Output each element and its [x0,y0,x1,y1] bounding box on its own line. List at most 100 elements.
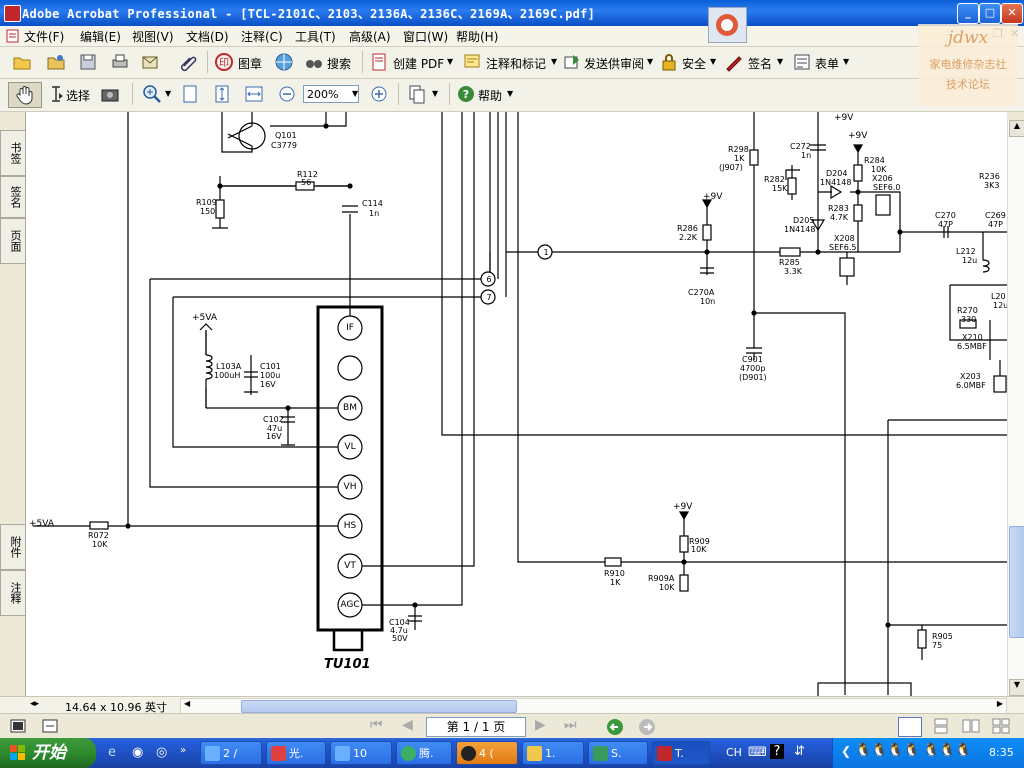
forms-icon[interactable] [792,52,812,72]
taskbar-button-tencent[interactable]: 腾. [396,741,452,765]
quicklaunch-expand-icon[interactable]: » [180,745,186,756]
comment-markup-label[interactable]: 注释和标记 [486,55,546,72]
full-screen-icon[interactable] [10,719,26,733]
horizontal-scrollbar[interactable]: ◀ ▶ [180,698,1007,714]
document-view[interactable]: Q101 C3779 R109 150 R112 56 C114 1n +5VA… [26,112,1007,696]
zoom-in-magnifier-icon[interactable] [142,84,162,104]
document-icon[interactable] [6,29,20,43]
zoom-level-input[interactable]: 200% [303,85,359,103]
sign-label[interactable]: 签名 [748,55,772,72]
maximize-button[interactable]: □ [979,3,1001,24]
taskbar-button-app2[interactable]: 光. [266,741,326,765]
email-icon[interactable] [140,52,160,72]
clock[interactable]: 8:35 [989,746,1014,759]
help-label[interactable]: 帮助 [478,87,502,104]
zoom-in-icon[interactable] [369,84,389,104]
last-page-icon[interactable]: ⏭ [564,717,577,733]
create-pdf-icon[interactable] [369,52,389,72]
back-view-icon[interactable] [606,718,624,736]
lock-icon[interactable] [659,52,679,72]
chevron-down-icon[interactable]: ▼ [447,57,453,66]
previous-page-icon[interactable]: ◀ [402,717,413,733]
first-page-icon[interactable]: ⏮ [370,717,383,733]
scroll-down-arrow-icon[interactable]: ▼ [1009,679,1024,696]
search-label[interactable]: 搜索 [327,55,351,72]
page-number-input[interactable]: 第 1 / 1 页 [426,717,526,737]
minimize-button[interactable]: _ [957,3,979,24]
resize-pane-icon[interactable]: ◂▸ [30,699,39,709]
fit-width-icon[interactable] [244,84,264,104]
forms-label[interactable]: 表单 [815,55,839,72]
tab-bookmarks[interactable]: 书签 [0,130,26,176]
ie-quicklaunch-icon[interactable]: e [108,745,116,760]
taskbar-button-s[interactable]: S. [588,741,648,765]
tray-expand-icon[interactable]: ❮ [841,744,851,758]
media-quicklaunch-icon[interactable]: ◎ [156,745,167,760]
select-label[interactable]: 选择 [66,87,90,104]
security-label[interactable]: 安全 [682,55,706,72]
qq-tray-icons[interactable]: 🐧🐧🐧🐧 [855,743,920,758]
language-bar-icon[interactable]: ⇵ [794,744,805,759]
snapshot-camera-icon[interactable] [100,84,120,104]
zoom-out-icon[interactable] [277,84,297,104]
vertical-scrollbar[interactable]: ▲ ▼ [1007,120,1024,696]
scroll-left-arrow-icon[interactable]: ◀ [184,699,190,708]
create-pdf-label[interactable]: 创建 PDF [393,55,444,72]
continuous-facing-view-icon[interactable] [992,718,1010,734]
keyboard-icon[interactable]: ⌨ [748,745,767,760]
page-layout-icon[interactable] [407,84,427,104]
zoom-dropdown-chevron-icon[interactable]: ▼ [352,89,358,98]
taskbar-button-folder[interactable]: 1. [522,741,584,765]
taskbar-button-qq[interactable]: 4 ( [456,741,518,765]
acrobat-app-icon[interactable] [4,5,21,22]
taskbar-button-ie10[interactable]: 10 [330,741,392,765]
stamp-icon[interactable]: 印 [214,52,234,72]
hand-tool-button[interactable] [8,82,42,108]
sign-pen-icon[interactable] [724,52,744,72]
help-icon[interactable]: ? [456,84,476,104]
tab-attachments[interactable]: 附件 [0,524,26,570]
forward-view-icon[interactable] [638,718,656,736]
menu-view[interactable]: 视图(V) [132,28,174,45]
menu-advanced[interactable]: 高级(A) [349,28,391,45]
comment-markup-icon[interactable] [462,52,482,72]
open-icon[interactable] [12,52,32,72]
tab-pages[interactable]: 页面 [0,218,26,264]
print-icon[interactable] [110,52,130,72]
globe-icon[interactable] [274,52,294,72]
vertical-scroll-thumb[interactable] [1009,526,1024,638]
menu-window[interactable]: 窗口(W) [403,28,448,45]
fit-page-icon[interactable] [212,84,232,104]
menu-help[interactable]: 帮助(H) [456,28,498,45]
scroll-up-arrow-icon[interactable]: ▲ [1009,120,1024,137]
send-review-label[interactable]: 发送供审阅 [584,55,644,72]
chevron-down-icon[interactable]: ▼ [647,57,653,66]
chevron-down-icon[interactable]: ▼ [710,57,716,66]
chevron-down-icon[interactable]: ▼ [777,57,783,66]
taskbar-button-ie-group[interactable]: 2 / [200,741,262,765]
horizontal-scroll-thumb[interactable] [241,700,517,713]
stamp-label[interactable]: 图章 [238,55,262,72]
next-page-icon[interactable]: ▶ [535,717,546,733]
input-method-label[interactable]: CH [726,746,742,759]
single-page-view-button[interactable] [898,717,922,737]
browser-quicklaunch-icon[interactable]: ◉ [132,745,143,760]
menu-file[interactable]: 文件(F) [24,28,64,45]
send-review-icon[interactable] [562,52,582,72]
facing-view-icon[interactable] [962,718,980,734]
chevron-down-icon[interactable]: ▼ [507,89,513,98]
start-button[interactable]: 开始 [0,738,96,768]
help-tray-icon[interactable]: ? [770,744,784,759]
attach-icon[interactable] [178,52,198,72]
tray-icons[interactable]: 🐧🐧🐧 [923,743,972,758]
chevron-down-icon[interactable]: ▼ [551,57,557,66]
chevron-down-icon[interactable]: ▼ [165,89,171,98]
continuous-view-icon[interactable] [932,718,950,734]
text-cursor-icon[interactable] [46,84,66,104]
menu-edit[interactable]: 编辑(E) [80,28,121,45]
search-binoculars-icon[interactable] [304,52,324,72]
organizer-icon[interactable] [46,52,66,72]
window-mode-icon[interactable] [42,719,58,733]
menu-tools[interactable]: 工具(T) [295,28,336,45]
close-button[interactable]: ✕ [1001,3,1023,24]
